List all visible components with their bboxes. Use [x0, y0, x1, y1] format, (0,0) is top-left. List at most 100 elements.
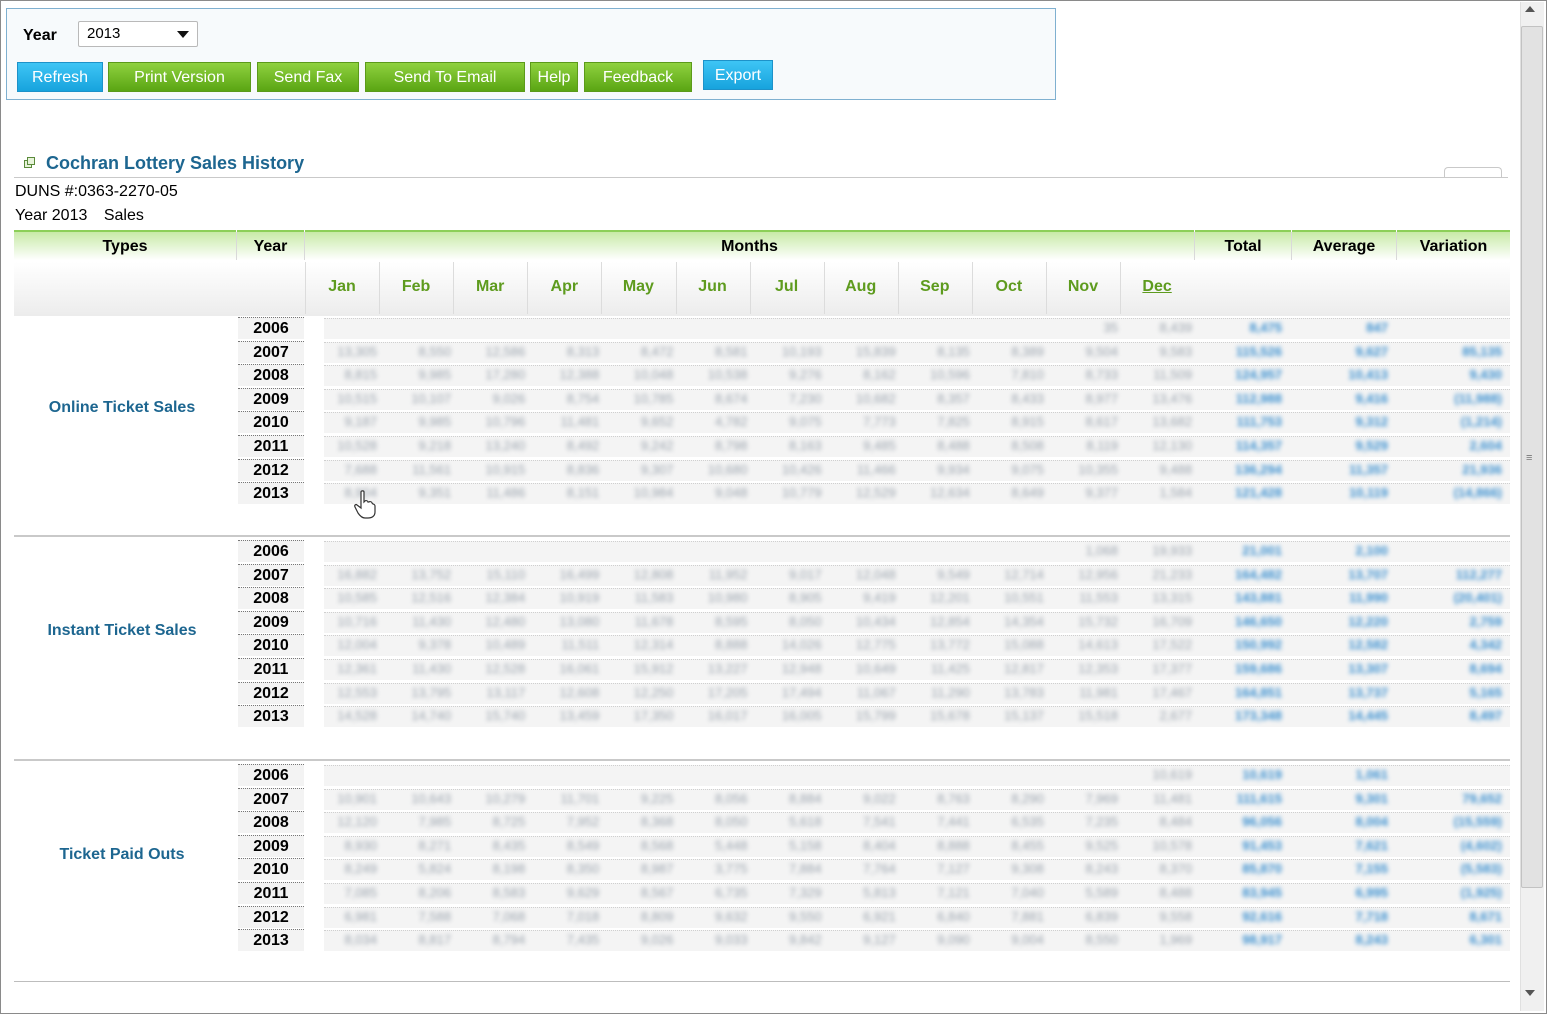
year-cell: 2011 — [238, 435, 304, 457]
month-value-cell: 9,488 — [1159, 461, 1193, 477]
month-value-cell: 6,981 — [344, 908, 377, 924]
year-select[interactable]: 2013 — [78, 21, 198, 47]
month-value-cell: 8,815 — [344, 367, 377, 383]
total-cell: 114,357 — [1235, 438, 1282, 453]
total-cell: 121,428 — [1235, 485, 1282, 501]
feedback-button[interactable]: Feedback — [584, 62, 692, 92]
header-variation: Variation — [1397, 230, 1510, 260]
year-cell: 2007 — [238, 563, 304, 586]
month-value-cell: 8,809 — [640, 908, 674, 924]
variation-cell: (1,214) — [1460, 414, 1502, 430]
month-value-cell: 15,732 — [1078, 613, 1118, 629]
month-value-cell: 9,225 — [640, 790, 674, 806]
month-divider — [675, 262, 677, 314]
month-value-cell: 13,772 — [930, 637, 970, 653]
month-value-cell: 8,568 — [640, 837, 674, 853]
type-label[interactable]: Instant Ticket Sales — [14, 622, 230, 640]
variation-cell: (5,583) — [1460, 861, 1502, 877]
month-value-cell: 8,313 — [566, 343, 600, 359]
header-months: Months — [305, 230, 1194, 260]
month-value-cell: 8,581 — [714, 343, 748, 359]
month-value-cell: 11,701 — [560, 790, 600, 806]
month-divider — [823, 262, 825, 314]
type-label[interactable]: Ticket Paid Outs — [14, 846, 230, 864]
month-header-dec[interactable]: Dec — [1120, 278, 1194, 296]
variation-cell: 5,165 — [1469, 684, 1502, 700]
month-value-cell: 9,075 — [1011, 461, 1044, 477]
variation-cell: 79,652 — [1462, 790, 1502, 806]
month-value-cell: 14,528 — [337, 708, 377, 724]
help-button[interactable]: Help — [530, 62, 578, 92]
refresh-button[interactable]: Refresh — [17, 62, 103, 92]
month-value-cell: 13,476 — [1152, 390, 1193, 406]
month-value-cell: 15,912 — [633, 661, 674, 676]
type-label[interactable]: Online Ticket Sales — [14, 399, 230, 417]
month-value-cell: 8,817 — [418, 932, 452, 948]
month-value-cell: 8,056 — [714, 790, 748, 806]
month-value-cell: 9,127 — [863, 932, 896, 948]
month-value-cell: 10,682 — [855, 390, 896, 406]
month-value-cell: 7,764 — [863, 861, 896, 877]
month-value-cell: 15,839 — [855, 343, 896, 359]
month-value-cell: 16,709 — [1152, 613, 1193, 629]
month-header-may: May — [622, 278, 654, 295]
month-divider — [1120, 262, 1122, 314]
total-cell: 98,917 — [1242, 932, 1282, 948]
month-value-cell: 10,489 — [485, 637, 526, 653]
month-value-cell: 8,034 — [344, 932, 377, 948]
month-value-cell: 12,854 — [930, 613, 970, 629]
year-label: Year — [23, 27, 57, 44]
send-fax-button[interactable]: Send Fax — [257, 62, 359, 92]
month-value-cell: 4,782 — [714, 414, 748, 430]
export-button[interactable]: Export — [703, 60, 773, 90]
month-value-cell: 11,481 — [1153, 790, 1193, 806]
total-cell: 10,619 — [1242, 767, 1282, 782]
month-value-cell: 9,026 — [492, 390, 526, 406]
month-value-cell: 10,779 — [781, 485, 822, 501]
month-value-cell: 7,435 — [566, 932, 600, 948]
year-cell: 2008 — [238, 364, 304, 387]
month-value-cell: 8,595 — [714, 613, 748, 629]
month-value-cell: 6,839 — [1085, 908, 1118, 924]
month-value-cell: 11,509 — [1153, 367, 1193, 383]
average-cell: 13,307 — [1348, 661, 1388, 676]
scroll-down-arrow-icon[interactable] — [1525, 990, 1535, 996]
print-version-button[interactable]: Print Version — [108, 62, 251, 92]
month-value-cell: 7,810 — [1011, 367, 1044, 383]
year-cell: 2007 — [238, 787, 304, 810]
month-value-cell: 8,754 — [566, 390, 600, 406]
month-value-cell: 6,735 — [714, 885, 748, 900]
scroll-up-arrow-icon[interactable] — [1525, 6, 1535, 12]
month-divider — [601, 262, 603, 314]
month-value-cell: 1,584 — [1159, 485, 1193, 501]
header-year: Year — [237, 230, 304, 260]
month-value-cell: 11,952 — [708, 566, 748, 582]
month-value-cell: 15,678 — [930, 708, 970, 724]
month-value-cell: 9,026 — [640, 932, 674, 948]
send-to-email-button[interactable]: Send To Email — [365, 62, 525, 92]
month-value-cell: 8,583 — [492, 885, 526, 900]
header-types: Types — [14, 230, 236, 260]
month-value-cell: 10,585 — [337, 590, 377, 606]
month-value-cell: 10,355 — [1078, 461, 1118, 477]
month-value-cell: 8,987 — [640, 861, 674, 877]
month-value-cell: 7,018 — [566, 908, 600, 924]
month-value-cell: 5,158 — [789, 837, 822, 853]
hand-cursor-icon — [354, 490, 376, 519]
month-value-cell: 35 — [1103, 320, 1118, 335]
month-value-cell: 8,492 — [566, 438, 600, 453]
month-header-aug: Aug — [845, 278, 877, 295]
variation-cell: (1,925) — [1460, 885, 1502, 900]
year-cell: 2013 — [238, 482, 304, 505]
month-value-cell: 8,350 — [566, 861, 600, 877]
month-value-cell: 7,825 — [937, 414, 970, 430]
month-value-cell: 8,151 — [566, 485, 600, 501]
month-value-cell: 8,649 — [1011, 485, 1044, 501]
total-cell: 96,056 — [1242, 814, 1282, 830]
average-cell: 7,155 — [1355, 861, 1388, 877]
average-cell: 10,413 — [1348, 367, 1388, 383]
month-value-cell: 8,389 — [1011, 343, 1044, 359]
month-value-cell: 8,550 — [1085, 932, 1118, 948]
month-value-cell: 10,193 — [781, 343, 822, 359]
variation-cell: 8,497 — [1469, 708, 1502, 724]
